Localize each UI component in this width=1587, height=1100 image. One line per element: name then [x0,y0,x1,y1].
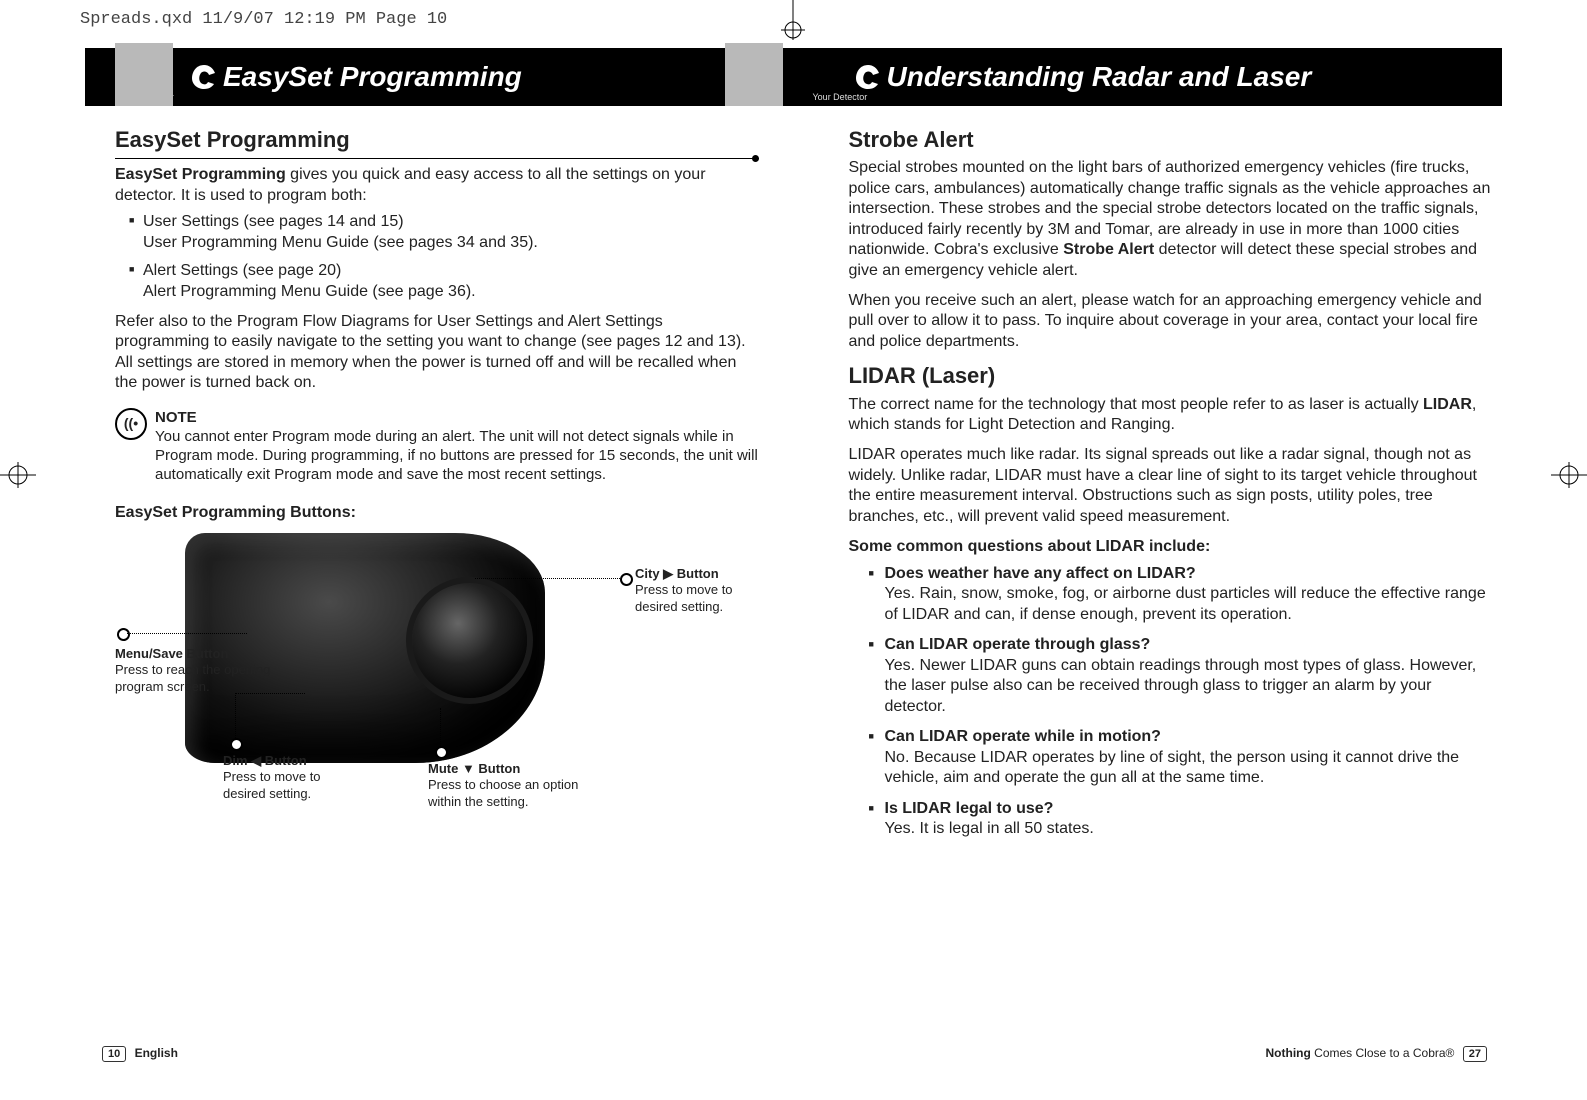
note-label: NOTE [155,408,759,427]
band-label-right: Your Detector [813,92,868,102]
footer-left: 10 English [97,1046,178,1060]
qa-answer: Yes. Rain, snow, smoke, fog, or airborne… [885,585,1486,622]
qa-question: Is LIDAR legal to use? [885,799,1493,819]
menu-save-callout: Menu/Save Button Press to reach the open… [115,646,275,695]
heading-rule [115,158,759,159]
qa-answer: Yes. It is legal in all 50 states. [885,820,1094,837]
bullet-line2: Alert Programming Menu Guide (see page 3… [143,282,759,302]
lidar-p1a: The correct name for the technology that… [849,396,1424,413]
qa-question: Can LIDAR operate through glass? [885,635,1493,655]
page-number-right: 27 [1463,1046,1487,1062]
callout-line [127,633,247,634]
registration-mark-right [1551,460,1587,490]
list-item: User Settings (see pages 14 and 15) User… [129,212,759,253]
strobe-p1: Special strobes mounted on the light bar… [849,158,1493,281]
city-callout: City ▶ Button Press to move to desired s… [635,566,755,615]
band-title-right: Understanding Radar and Laser [887,61,1312,93]
lidar-p1: The correct name for the technology that… [849,395,1493,436]
strobe-heading: Strobe Alert [849,126,1493,154]
callout-line [235,693,305,694]
lidar-qa-heading: Some common questions about LIDAR includ… [849,537,1493,557]
list-item: Is LIDAR legal to use?Yes. It is legal i… [869,799,1493,840]
callout-title: Mute ▼ Button [428,761,608,777]
callout-pin [435,746,448,759]
page-footer: 10 English Nothing Comes Close to a Cobr… [97,1046,1492,1060]
easyset-intro: EasySet Programming gives you quick and … [115,165,759,206]
callout-title: Dim ◀ Button [223,753,363,769]
callout-title: Menu/Save Button [115,646,275,662]
callout-line [440,708,441,748]
list-item: Can LIDAR operate through glass?Yes. New… [869,635,1493,717]
gray-tab-right [725,43,783,106]
callout-text: Press to reach the opening program scree… [115,662,270,693]
lidar-bold: LIDAR [1423,396,1472,413]
refer-paragraph: Refer also to the Program Flow Diagrams … [115,312,759,394]
settings-list: User Settings (see pages 14 and 15) User… [129,212,759,302]
gray-tab-left [115,43,173,106]
cobra-logo-icon [187,60,221,94]
band-title-left: EasySet Programming [223,61,522,93]
device-diagram: City ▶ Button Press to move to desired s… [115,533,715,833]
callout-pin [620,573,633,586]
header-band: Your Detector EasySet Programming Your D… [85,48,1502,106]
strobe-bold: Strobe Alert [1063,241,1154,258]
prepress-slug: Spreads.qxd 11/9/07 12:19 PM Page 10 [80,10,447,29]
footer-right: Nothing Comes Close to a Cobra® 27 [1266,1046,1493,1060]
detector-lens [412,583,527,698]
callout-text: Press to choose an option within the set… [428,777,578,808]
page-number-left: 10 [102,1046,126,1062]
registration-mark-left [0,460,36,490]
list-item: Alert Settings (see page 20) Alert Progr… [129,261,759,302]
callout-pin [117,628,130,641]
dim-callout: Dim ◀ Button Press to move to desired se… [223,753,363,802]
mute-callout: Mute ▼ Button Press to choose an option … [428,761,608,810]
callout-title: City ▶ Button [635,566,755,582]
strobe-p2: When you receive such an alert, please w… [849,291,1493,352]
footer-language: English [135,1046,178,1060]
bullet-line1: User Settings (see pages 14 and 15) [143,213,404,230]
easyset-heading: EasySet Programming [115,126,759,154]
lidar-qa-list: Does weather have any affect on LIDAR?Ye… [869,564,1493,840]
callout-text: Press to move to desired setting. [223,769,321,800]
lidar-p2: LIDAR operates much like radar. Its sign… [849,445,1493,527]
note-icon: ((• [115,408,147,440]
note-text: You cannot enter Program mode during an … [155,428,758,483]
qa-answer: No. Because LIDAR operates by line of si… [885,749,1460,786]
bullet-line2: User Programming Menu Guide (see pages 3… [143,233,759,253]
qa-question: Does weather have any affect on LIDAR? [885,564,1493,584]
qa-question: Can LIDAR operate while in motion? [885,727,1493,747]
list-item: Does weather have any affect on LIDAR?Ye… [869,564,1493,625]
cobra-logo-icon [851,60,885,94]
callout-text: Press to move to desired setting. [635,582,733,613]
qa-answer: Yes. Newer LIDAR guns can obtain reading… [885,657,1477,715]
callout-line [235,693,236,738]
lidar-heading: LIDAR (Laser) [849,362,1493,390]
buttons-heading: EasySet Programming Buttons: [115,503,759,523]
registration-mark-top [778,0,808,40]
callout-pin [230,738,243,751]
list-item: Can LIDAR operate while in motion?No. Be… [869,727,1493,788]
footer-right-rest: Comes Close to a Cobra® [1311,1046,1455,1060]
bullet-line1: Alert Settings (see page 20) [143,262,341,279]
footer-right-bold: Nothing [1266,1046,1311,1060]
intro-bold: EasySet Programming [115,166,286,183]
callout-line [475,578,620,579]
